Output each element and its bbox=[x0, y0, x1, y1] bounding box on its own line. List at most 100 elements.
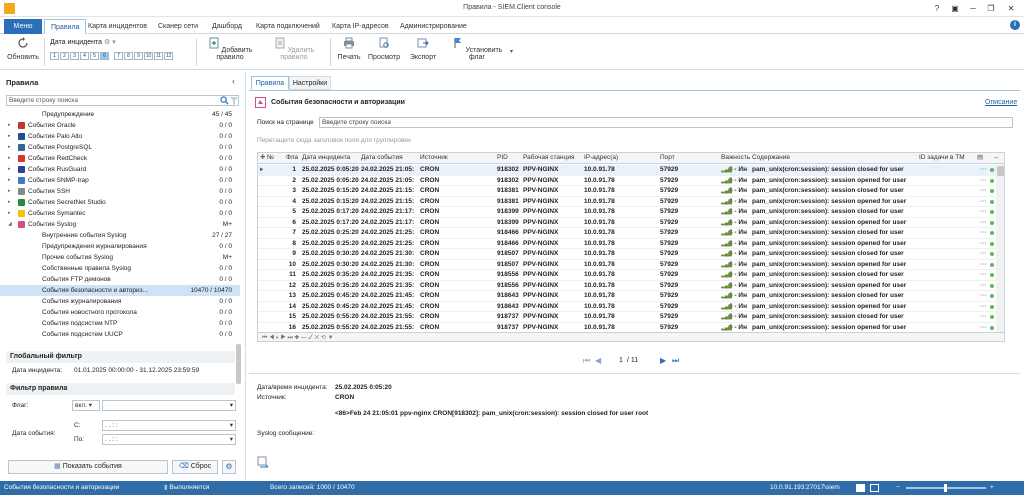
row-menu-icon[interactable]: ··· bbox=[980, 197, 987, 207]
show-events-button[interactable]: ▦ Показать события bbox=[8, 460, 168, 474]
expand-arrow-icon[interactable]: ▸ bbox=[8, 208, 11, 219]
tree-item[interactable]: Прочие события Syslog M+ bbox=[0, 252, 240, 263]
filter-icon[interactable] bbox=[230, 96, 238, 105]
preview-button[interactable]: Просмотр bbox=[366, 37, 402, 61]
tree-item[interactable]: ▸ События Oracle 0 / 0 bbox=[0, 120, 240, 131]
tree-item[interactable]: События подсистем NTP 0 / 0 bbox=[0, 318, 240, 329]
row-menu-icon[interactable]: ··· bbox=[980, 165, 987, 175]
date-range-option[interactable]: 3 bbox=[70, 52, 79, 60]
pager-first-icon[interactable]: ⏮ bbox=[583, 356, 590, 366]
tree-item[interactable]: ▸ События Palo Alto 0 / 0 bbox=[0, 131, 240, 142]
expand-arrow-icon[interactable]: ▸ bbox=[8, 153, 11, 164]
rules-search-input[interactable]: Введите строку поиска bbox=[6, 95, 239, 106]
row-menu-icon[interactable]: ··· bbox=[980, 249, 987, 259]
pager-next-icon[interactable]: ▶ bbox=[660, 356, 666, 365]
row-menu-icon[interactable]: ··· bbox=[980, 260, 987, 270]
date-range-option[interactable]: 6 bbox=[100, 52, 109, 60]
zoom-thumb[interactable] bbox=[944, 484, 947, 492]
flag-value-select[interactable]: ▾ bbox=[102, 400, 236, 411]
tab-ip-map[interactable]: Карта IP-адресов bbox=[326, 19, 395, 34]
tree-item[interactable]: ▸ События RedCheck 0 / 0 bbox=[0, 153, 240, 164]
tab-network-scanner[interactable]: Сканер сети bbox=[152, 19, 204, 34]
table-row[interactable]: 14 25.02.2025 0:45:20 24.02.2025 21:45: CRO… bbox=[258, 301, 996, 312]
expand-arrow-icon[interactable]: ▸ bbox=[8, 175, 11, 186]
collapse-panel-icon[interactable]: ‹ bbox=[232, 76, 235, 86]
grid-vertical-scrollbar[interactable] bbox=[996, 164, 1004, 332]
table-row[interactable]: 6 25.02.2025 0:17:20 24.02.2025 21:17: CRON… bbox=[258, 217, 996, 228]
add-rule-button[interactable]: Добавить правило bbox=[200, 37, 260, 61]
col-number[interactable]: № bbox=[267, 153, 274, 163]
expand-arrow-icon[interactable]: ▸ bbox=[8, 131, 11, 142]
expand-arrow-icon[interactable]: ▸ bbox=[8, 164, 11, 175]
tree-item[interactable]: События журналирования 0 / 0 bbox=[0, 296, 240, 307]
col-tm-task-id[interactable]: ID задачи в ТМ bbox=[919, 153, 965, 163]
detail-splitter[interactable] bbox=[249, 373, 1020, 374]
tab-settings[interactable]: Настройки bbox=[289, 76, 331, 90]
refresh-button[interactable]: Обновить bbox=[6, 37, 40, 61]
table-row[interactable]: 7 25.02.2025 0:25:20 24.02.2025 21:25: CRON… bbox=[258, 228, 996, 239]
table-row[interactable]: 15 25.02.2025 0:55:20 24.02.2025 21:55: CRO… bbox=[258, 312, 996, 323]
export-detail-icon[interactable] bbox=[257, 456, 269, 468]
date-range-option[interactable]: 12 bbox=[164, 52, 173, 60]
tree-item[interactable]: События безопасности и авториз... 10470 /… bbox=[0, 285, 240, 296]
col-pid[interactable]: PID bbox=[497, 153, 508, 163]
tree-item[interactable]: ▸ События Symantec 0 / 0 bbox=[0, 208, 240, 219]
row-menu-icon[interactable]: ··· bbox=[980, 176, 987, 186]
expand-arrow-icon[interactable]: ▸ bbox=[8, 186, 11, 197]
date-to-input[interactable]: . . : : ▾ bbox=[102, 434, 236, 445]
tab-menu[interactable]: Меню bbox=[4, 19, 42, 34]
row-menu-icon[interactable]: ··· bbox=[980, 207, 987, 217]
table-row[interactable]: 13 25.02.2025 0:45:20 24.02.2025 21:45: CRO… bbox=[258, 291, 996, 302]
row-menu-icon[interactable]: ··· bbox=[980, 228, 987, 238]
row-menu-icon[interactable]: ··· bbox=[980, 291, 987, 301]
tree-item[interactable]: Предупреждение 45 / 45 bbox=[0, 109, 240, 120]
expand-arrow-icon[interactable]: ▸ bbox=[8, 120, 11, 131]
col-chooser-icon[interactable]: ▤ bbox=[977, 153, 983, 163]
tab-incident-map[interactable]: Карта инцидентов bbox=[82, 19, 153, 34]
col-flag[interactable]: Фла bbox=[286, 153, 298, 163]
row-menu-icon[interactable]: ··· bbox=[980, 281, 987, 291]
table-row[interactable]: 8 25.02.2025 0:25:20 24.02.2025 21:25: CRON… bbox=[258, 238, 996, 249]
row-menu-icon[interactable]: ··· bbox=[980, 218, 987, 228]
expanded-arrow-icon[interactable]: ◢ bbox=[8, 219, 12, 230]
tree-item[interactable]: Собственные правила Syslog 0 / 0 bbox=[0, 263, 240, 274]
tree-item[interactable]: ▸ События RusGuard 0 / 0 bbox=[0, 164, 240, 175]
table-row[interactable]: 10 25.02.2025 0:30:20 24.02.2025 21:30: CRO… bbox=[258, 259, 996, 270]
pager-prev-icon[interactable]: ◀ bbox=[595, 356, 601, 365]
tab-dashboard[interactable]: Дашборд bbox=[206, 19, 248, 34]
col-port[interactable]: Порт bbox=[660, 153, 675, 163]
table-row[interactable]: 12 25.02.2025 0:35:20 24.02.2025 21:35: CRO… bbox=[258, 280, 996, 291]
tree-item[interactable]: ◢ События Syslog M+ bbox=[0, 219, 240, 230]
print-button[interactable]: Печать bbox=[334, 37, 364, 61]
zoom-in-icon[interactable]: + bbox=[990, 481, 994, 495]
close-button[interactable]: ✕ bbox=[1004, 2, 1018, 15]
col-incident-date[interactable]: Дата инцидента bbox=[302, 153, 350, 163]
info-icon[interactable]: i bbox=[1010, 20, 1020, 30]
page-search-input[interactable]: Введите строку поиска bbox=[319, 117, 1013, 128]
tree-item[interactable]: События подсистем UUCP 0 / 0 bbox=[0, 329, 240, 340]
description-link[interactable]: Описание bbox=[985, 99, 1017, 106]
view-mode-alt-icon[interactable] bbox=[870, 484, 879, 492]
col-ip-address[interactable]: IP-адрес(а) bbox=[584, 153, 618, 163]
tree-item[interactable]: События новостного протокола 0 / 0 bbox=[0, 307, 240, 318]
tab-administration[interactable]: Администрирование bbox=[394, 19, 473, 34]
table-row[interactable]: 11 25.02.2025 0:35:20 24.02.2025 21:35: CRO… bbox=[258, 270, 996, 281]
panel-splitter[interactable] bbox=[245, 72, 246, 479]
tree-item[interactable]: Внутренние события Syslog 27 / 27 bbox=[0, 230, 240, 241]
tree-scrollbar[interactable] bbox=[236, 344, 241, 384]
maximize-button[interactable]: ❐ bbox=[984, 2, 998, 15]
row-menu-icon[interactable]: ··· bbox=[980, 312, 987, 322]
restore-layout-icon[interactable]: ▣ bbox=[948, 2, 962, 15]
date-range-option[interactable]: 7 bbox=[114, 52, 123, 60]
date-range-option[interactable]: 10 bbox=[144, 52, 153, 60]
set-flag-button[interactable]: Установить флаг bbox=[446, 37, 508, 61]
col-event-date[interactable]: Дата события bbox=[361, 153, 403, 163]
tab-rules[interactable]: Правила bbox=[44, 19, 87, 34]
col-workstation[interactable]: Рабочая станция bbox=[523, 153, 575, 163]
grid-navigator[interactable]: ⏮ ◀ ▸ ▶ ⏭ ✚ ━ ✓ ✕ ⟲ ▼ bbox=[258, 332, 1004, 341]
table-row[interactable]: 5 25.02.2025 0:17:20 24.02.2025 21:17: CRON… bbox=[258, 207, 996, 218]
table-row[interactable]: 2 25.02.2025 0:05:20 24.02.2025 21:05: CRON… bbox=[258, 175, 996, 186]
tree-item[interactable]: ▸ События PostgreSQL 0 / 0 bbox=[0, 142, 240, 153]
tree-item[interactable]: События FTP демонов 0 / 0 bbox=[0, 274, 240, 285]
zoom-out-icon[interactable]: − bbox=[896, 481, 900, 495]
